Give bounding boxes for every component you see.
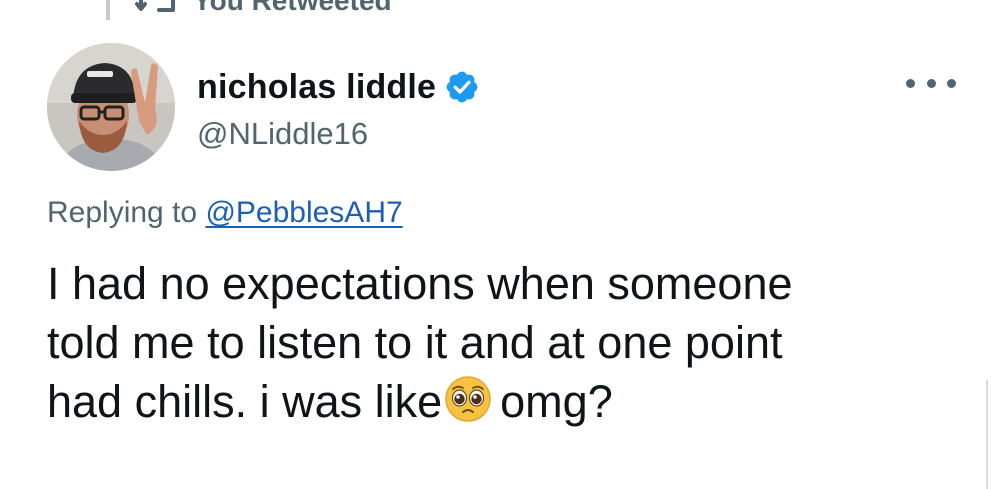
tweet-body: I had no expectations when someone told … bbox=[47, 254, 947, 431]
tweet-line-2: told me to listen to it and at one point bbox=[47, 317, 783, 368]
reply-target-link[interactable]: @PebblesAH7 bbox=[205, 196, 402, 229]
thread-connector-line bbox=[106, 0, 110, 20]
pleading-face-emoji bbox=[444, 375, 492, 423]
name-row: nicholas liddle bbox=[197, 64, 480, 110]
tweet-line-3-end: omg? bbox=[500, 376, 613, 427]
dot bbox=[926, 78, 936, 88]
dot bbox=[906, 78, 915, 88]
retweet-label: You Retweeted bbox=[193, 0, 392, 16]
avatar[interactable] bbox=[47, 43, 175, 171]
retweet-banner: You Retweeted bbox=[135, 0, 392, 16]
tweet-line-3: had chills. i was like omg? bbox=[47, 372, 947, 431]
tweet-line-1: I had no expectations when someone bbox=[47, 258, 793, 309]
more-options-icon[interactable] bbox=[906, 68, 956, 98]
replying-to: Replying to @PebblesAH7 bbox=[47, 193, 403, 233]
author-info: nicholas liddle @NLiddle16 bbox=[197, 64, 480, 152]
retweet-icon bbox=[135, 0, 179, 16]
replying-to-prefix: Replying to bbox=[47, 196, 198, 229]
tweet-line-3-text: had chills. i was like bbox=[47, 376, 443, 427]
dot bbox=[947, 78, 956, 88]
tweet-card: You Retweeted nicholas liddle @NLiddle16… bbox=[0, 0, 1000, 489]
verified-badge-icon bbox=[444, 69, 480, 105]
author-handle[interactable]: @NLiddle16 bbox=[197, 116, 480, 152]
display-name[interactable]: nicholas liddle bbox=[197, 68, 436, 107]
scrollbar[interactable] bbox=[986, 380, 988, 489]
